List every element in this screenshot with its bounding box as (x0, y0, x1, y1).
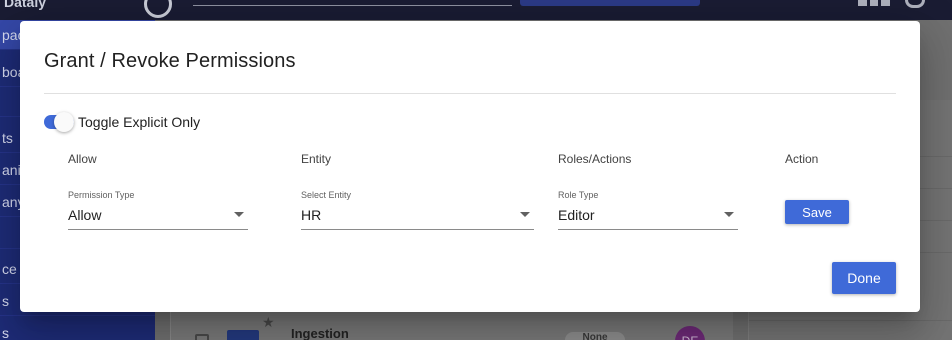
role-type-value: Editor (558, 207, 595, 223)
entity-select[interactable]: Select Entity HR (301, 188, 534, 230)
dropdown-arrow-icon (724, 212, 734, 217)
dialog-divider (44, 93, 896, 94)
column-header-roles: Roles/Actions (558, 152, 632, 166)
done-button[interactable]: Done (832, 262, 896, 294)
dropdown-arrow-icon (234, 212, 244, 217)
save-button[interactable]: Save (785, 200, 849, 224)
entity-select-label: Select Entity (301, 190, 352, 200)
role-type-label: Role Type (558, 190, 599, 200)
app-brand: Dataly (4, 0, 47, 10)
dropdown-arrow-icon (520, 212, 530, 217)
folder-icon (227, 330, 259, 340)
toggle-label[interactable]: Toggle Explicit Only (78, 114, 200, 130)
dialog-title: Grant / Revoke Permissions (44, 50, 296, 72)
column-header-action: Action (785, 152, 819, 166)
notification-bell-icon[interactable] (905, 0, 925, 8)
explicit-only-toggle[interactable] (43, 112, 75, 132)
entity-select-value: HR (301, 207, 322, 223)
card-title[interactable]: Ingestion (291, 326, 349, 340)
top-action-button[interactable] (520, 0, 700, 6)
account-circle-icon[interactable] (144, 0, 172, 18)
card-checkbox[interactable] (195, 334, 209, 340)
sidebar-item-10[interactable]: s (0, 318, 155, 340)
permissions-dialog: Grant / Revoke Permissions Toggle Explic… (20, 21, 920, 312)
permission-type-value: Allow (68, 207, 102, 223)
column-header-allow: Allow (68, 152, 97, 166)
role-type-select[interactable]: Role Type Editor (558, 188, 738, 230)
permission-type-select[interactable]: Permission Type Allow (68, 188, 248, 230)
column-header-entity: Entity (301, 152, 332, 166)
permission-type-label: Permission Type (68, 190, 135, 200)
app-topbar: Dataly (0, 0, 952, 20)
toggle-thumb (54, 112, 74, 132)
search-input[interactable] (193, 0, 512, 6)
star-icon[interactable]: ★ (262, 314, 275, 331)
status-badge: None (565, 332, 625, 340)
apps-grid-icon[interactable] (858, 0, 891, 6)
